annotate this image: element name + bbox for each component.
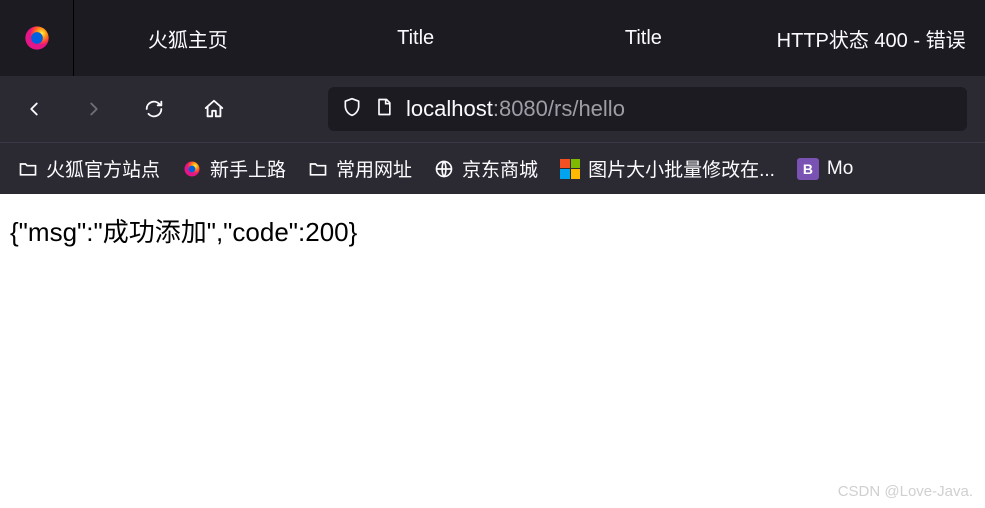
tab-2[interactable]: Title (530, 27, 758, 50)
url-text: localhost:8080/rs/hello (406, 96, 625, 122)
shield-icon (342, 97, 362, 122)
url-host: localhost (406, 96, 493, 121)
bookmark-2[interactable]: 常用网址 (308, 155, 412, 182)
bookmark-label: 火狐官方站点 (46, 155, 160, 182)
folder-icon (18, 159, 38, 179)
firefox-icon (182, 159, 202, 179)
bookmark-5[interactable]: B Mo (797, 158, 853, 180)
folder-icon (308, 159, 328, 179)
bookmark-3[interactable]: 京东商城 (434, 155, 538, 182)
back-button[interactable] (18, 93, 50, 125)
url-port-path: :8080/rs/hello (493, 96, 625, 121)
response-body: {"msg":"成功添加","code":200} (10, 217, 357, 247)
bookmark-0[interactable]: 火狐官方站点 (18, 155, 160, 182)
page-icon (374, 97, 394, 122)
watermark: CSDN @Love-Java. (838, 483, 973, 500)
tabs-container: 火狐主页 Title Title HTTP状态 400 - 错误 (74, 0, 985, 76)
bookmark-label: 新手上路 (210, 155, 286, 182)
tab-0[interactable]: 火狐主页 (74, 24, 302, 53)
page-content: {"msg":"成功添加","code":200} (0, 194, 985, 267)
bookmark-4[interactable]: 图片大小批量修改在... (560, 155, 775, 182)
url-bar[interactable]: localhost:8080/rs/hello (328, 87, 967, 131)
tab-3[interactable]: HTTP状态 400 - 错误 (757, 24, 985, 53)
bookmark-label: Mo (827, 158, 853, 180)
nav-bar: localhost:8080/rs/hello (0, 76, 985, 142)
tab-bar: 火狐主页 Title Title HTTP状态 400 - 错误 (0, 0, 985, 76)
forward-button[interactable] (78, 93, 110, 125)
bookmarks-bar: 火狐官方站点 新手上路 常用网址 京东商城 图片大小批量修改在... B Mo (0, 142, 985, 194)
bookmark-label: 京东商城 (462, 155, 538, 182)
home-button[interactable] (198, 93, 230, 125)
tab-1[interactable]: Title (302, 27, 530, 50)
bootstrap-icon: B (797, 158, 819, 180)
colors-icon (560, 159, 580, 179)
bookmark-label: 图片大小批量修改在... (588, 155, 775, 182)
reload-button[interactable] (138, 93, 170, 125)
firefox-logo (0, 0, 74, 76)
globe-icon (434, 159, 454, 179)
bookmark-label: 常用网址 (336, 155, 412, 182)
bookmark-1[interactable]: 新手上路 (182, 155, 286, 182)
